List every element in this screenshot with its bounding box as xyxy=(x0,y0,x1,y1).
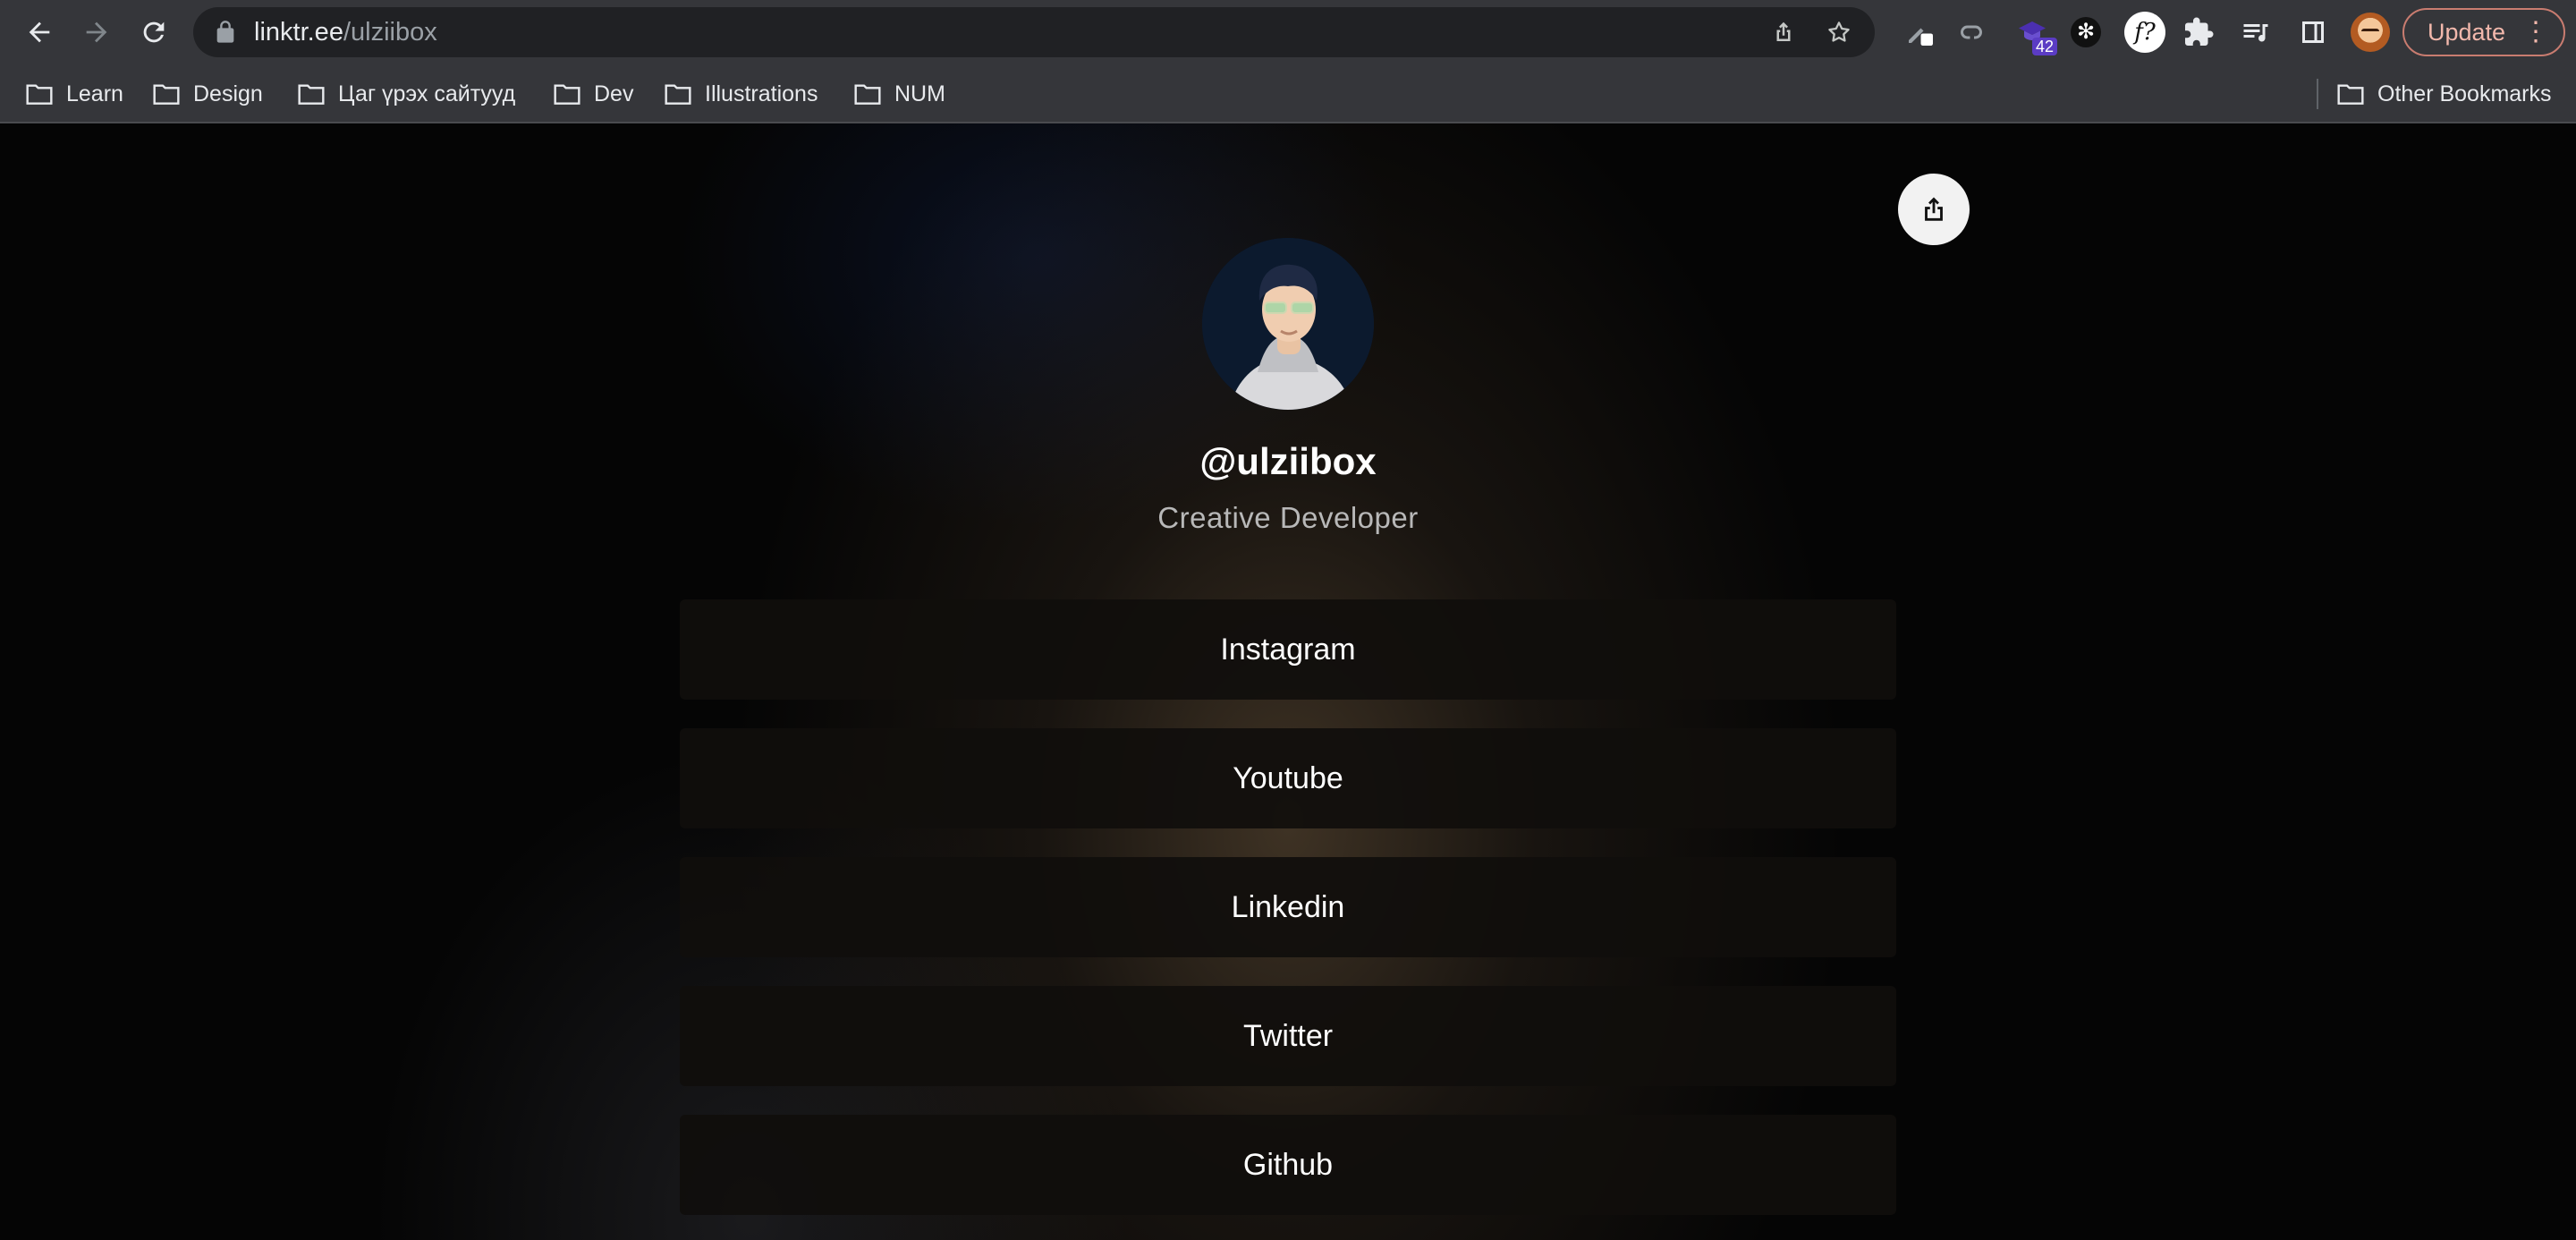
browser-toolbar: linktr.ee/ulziibox 42 ✻ f? Update ⋮ xyxy=(0,0,2576,64)
extension-link-button[interactable] xyxy=(1952,13,1991,52)
folder-icon xyxy=(554,84,580,105)
extension-badge-count: 42 xyxy=(2031,38,2057,55)
bookmark-folder-time-wasting-sites[interactable]: Цаг үрэх сайтууд xyxy=(297,75,515,113)
bookmark-folder-illustrations[interactable]: Illustrations xyxy=(664,75,818,113)
arrow-right-icon xyxy=(86,21,107,43)
link-label: Twitter xyxy=(1242,1018,1334,1053)
font-question-icon: f? xyxy=(2124,12,2165,53)
url-text[interactable]: linktr.ee/ulziibox xyxy=(254,7,437,57)
bookmark-label: Dev xyxy=(594,81,634,106)
bookmark-label: Цаг үрэх сайтууд xyxy=(338,81,516,106)
folder-icon xyxy=(2337,84,2364,105)
reload-icon xyxy=(143,21,165,43)
profile-share-button[interactable] xyxy=(1898,174,1970,245)
share-page-button[interactable] xyxy=(1767,16,1800,48)
bookmark-folder-num[interactable]: NUM xyxy=(853,75,945,113)
bookmarks-divider xyxy=(2317,79,2318,109)
link-label: Youtube xyxy=(1233,760,1343,795)
update-button[interactable]: Update ⋮ xyxy=(2402,8,2565,56)
bookmark-label: Other Bookmarks xyxy=(2377,81,2552,106)
url-host: linktr.ee xyxy=(254,18,343,47)
share-icon xyxy=(1925,197,1943,221)
bookmark-label: Design xyxy=(193,81,263,106)
back-button[interactable] xyxy=(18,11,61,54)
address-bar[interactable]: linktr.ee/ulziibox xyxy=(193,7,1875,57)
lock-icon xyxy=(216,21,234,43)
bookmarks-bar: Learn Design Цаг үрэх сайтууд Dev Illust… xyxy=(0,64,2576,123)
profile-username: @ulziibox xyxy=(1199,440,1377,482)
profile-bio: Creative Developer xyxy=(1157,501,1419,534)
asterisk-icon: ✻ xyxy=(2071,17,2101,47)
link-label: Linkedin xyxy=(1231,889,1345,924)
forward-button[interactable] xyxy=(75,11,118,54)
puzzle-icon xyxy=(2185,17,2214,46)
link-button-github[interactable]: Github xyxy=(680,1115,1896,1215)
arrow-left-icon xyxy=(29,21,50,43)
extension-badge-button[interactable]: 42 xyxy=(2012,13,2057,55)
star-icon xyxy=(1828,21,1850,42)
extension-pen-button[interactable] xyxy=(1900,13,1939,52)
link-button-youtube[interactable]: Youtube xyxy=(680,728,1896,828)
reading-list-button[interactable] xyxy=(2236,13,2275,52)
folder-icon xyxy=(26,84,53,105)
url-path: /ulziibox xyxy=(343,18,437,47)
chain-icon xyxy=(1961,25,1982,39)
update-label: Update xyxy=(2428,19,2506,46)
bookmark-star-button[interactable] xyxy=(1823,16,1855,48)
folder-icon xyxy=(854,84,881,105)
bookmark-label: Learn xyxy=(66,81,123,106)
bookmark-folder-learn[interactable]: Learn xyxy=(25,75,123,113)
link-label: Instagram xyxy=(1220,632,1356,667)
link-label: Github xyxy=(1242,1147,1334,1182)
link-button-linkedin[interactable]: Linkedin xyxy=(680,857,1896,957)
profile-avatar xyxy=(1202,238,1374,410)
extensions-menu-button[interactable] xyxy=(2179,13,2218,52)
menu-dots-icon[interactable]: ⋮ xyxy=(2522,10,2549,55)
bookmark-folder-dev[interactable]: Dev xyxy=(553,75,633,113)
reading-list-icon xyxy=(2243,24,2268,42)
link-button-instagram[interactable]: Instagram xyxy=(680,599,1896,700)
side-panel-button[interactable] xyxy=(2293,13,2333,52)
avatar-3d-illustration xyxy=(1202,238,1374,410)
side-panel-icon xyxy=(2302,21,2324,43)
linktree-page: @ulziibox Creative Developer Instagram Y… xyxy=(0,123,2576,1240)
extension-asterisk-button[interactable]: ✻ xyxy=(2066,13,2106,52)
bookmark-label: Illustrations xyxy=(705,81,818,106)
bookmark-folder-other[interactable]: Other Bookmarks xyxy=(2336,75,2552,113)
share-icon xyxy=(1776,21,1791,41)
bookmark-folder-design[interactable]: Design xyxy=(152,75,263,113)
folder-icon xyxy=(153,84,180,105)
reload-button[interactable] xyxy=(132,11,175,54)
folder-icon xyxy=(665,84,691,105)
folder-icon xyxy=(298,84,325,105)
extension-font-button[interactable]: f? xyxy=(2123,11,2166,54)
bookmark-label: NUM xyxy=(894,81,945,106)
pen-icon xyxy=(1909,28,1933,46)
profile-avatar-icon[interactable] xyxy=(2351,13,2390,52)
link-button-twitter[interactable]: Twitter xyxy=(680,986,1896,1086)
